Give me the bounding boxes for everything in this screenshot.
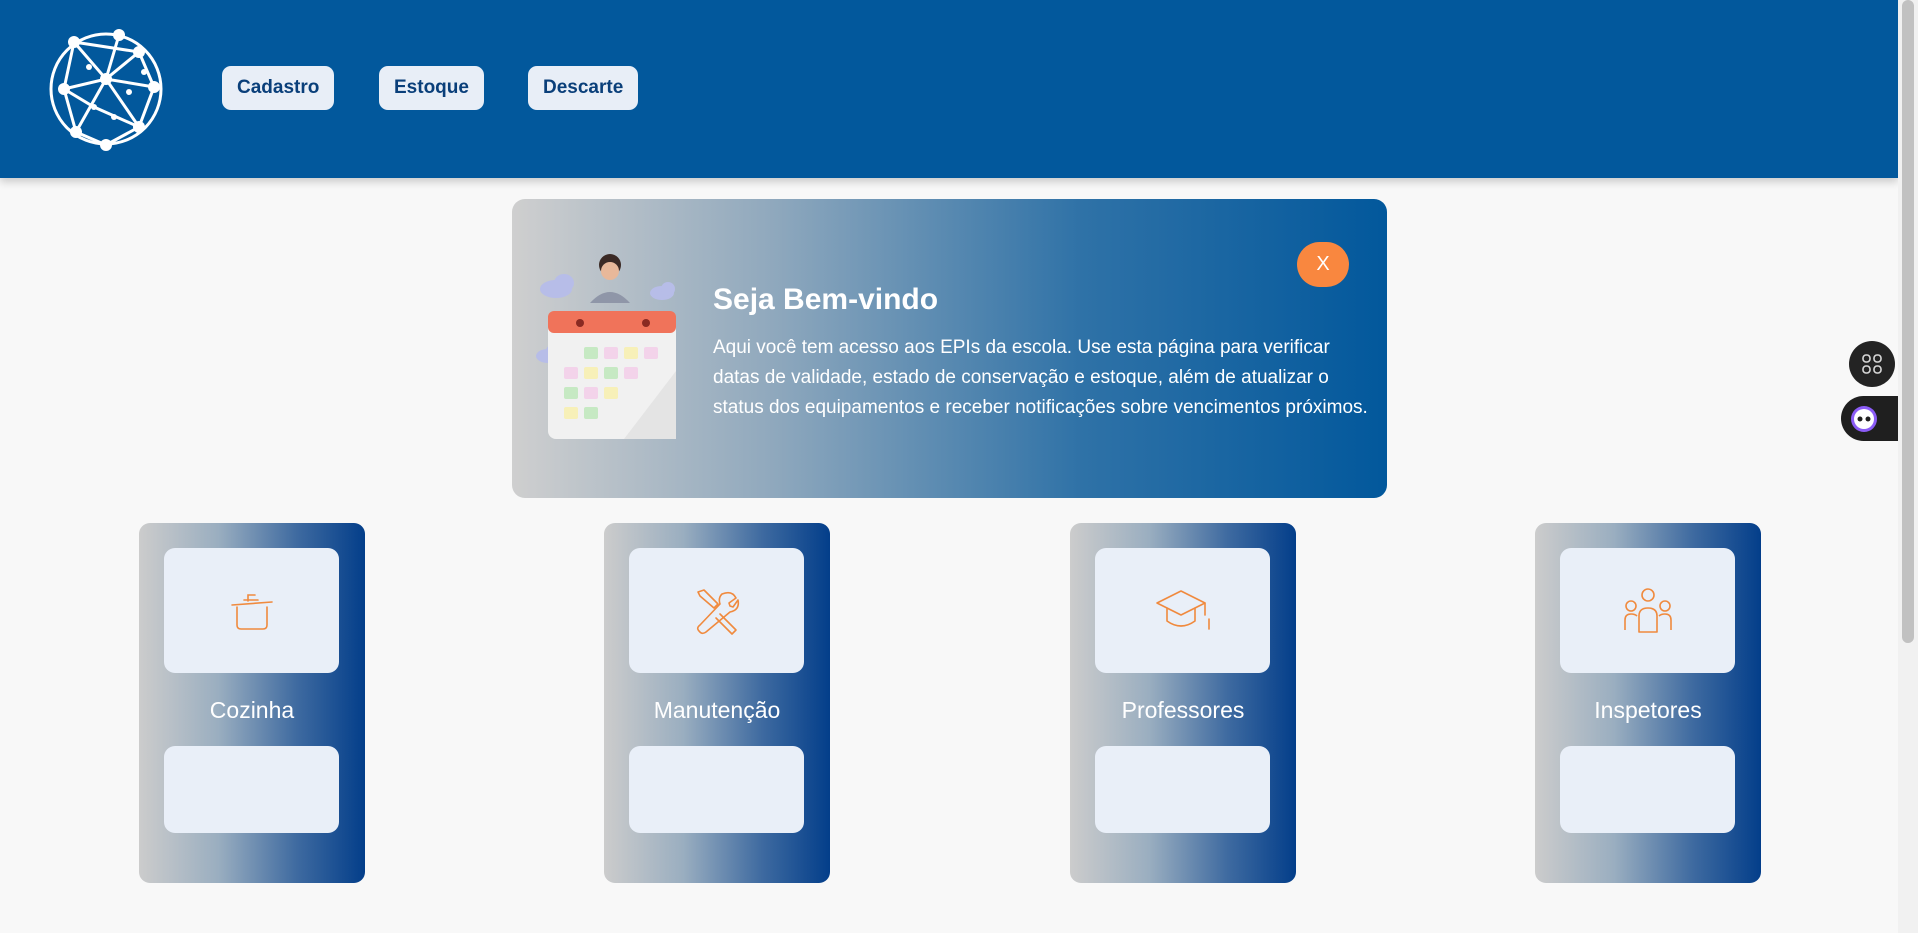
command-grid-icon [1862, 354, 1882, 374]
wrench-screwdriver-icon [696, 588, 739, 635]
network-globe-icon[interactable] [44, 27, 168, 151]
card-manutencao-bottom-box[interactable] [629, 746, 804, 833]
assistant-bot-icon [1851, 405, 1877, 432]
welcome-banner: X Seja Bem-vindo Aqui você tem acesso ao… [512, 199, 1387, 498]
card-inspetores-bottom-box[interactable] [1560, 746, 1735, 833]
graduation-cap-icon [1155, 589, 1210, 630]
welcome-title: Seja Bem-vindo [713, 283, 939, 316]
cooking-pot-icon [230, 593, 273, 630]
nav-descarte-button[interactable]: Descarte [528, 66, 639, 110]
nav-estoque-button[interactable]: Estoque [379, 66, 484, 110]
nav-cadastro-button[interactable]: Cadastro [222, 66, 335, 110]
card-professores-bottom-box[interactable] [1095, 746, 1270, 833]
group-people-icon [1623, 587, 1672, 633]
card-professores-icon-box[interactable] [1095, 548, 1270, 673]
apps-floating-button[interactable] [1849, 341, 1895, 387]
card-professores: Professores [1070, 523, 1296, 883]
card-manutencao: Manutenção [604, 523, 830, 883]
top-header: Cadastro Estoque Descarte [0, 0, 1898, 178]
calendar-person-illustration [536, 254, 676, 439]
card-cozinha-bottom-box[interactable] [164, 746, 339, 833]
card-manutencao-label: Manutenção [653, 697, 781, 723]
vertical-scrollbar[interactable] [1898, 0, 1918, 933]
card-inspetores-icon-box[interactable] [1560, 548, 1735, 673]
card-cozinha-label: Cozinha [209, 697, 295, 723]
card-inspetores: Inspetores [1535, 523, 1761, 883]
card-cozinha-icon-box[interactable] [164, 548, 339, 673]
card-inspetores-label: Inspetores [1594, 697, 1702, 723]
card-manutencao-icon-box[interactable] [629, 548, 804, 673]
assistant-floating-button[interactable] [1841, 396, 1898, 441]
close-button[interactable]: X [1297, 242, 1349, 287]
card-professores-label: Professores [1121, 697, 1245, 723]
welcome-text: Aqui você tem acesso aos EPIs da escola.… [713, 337, 1368, 418]
scrollbar-thumb[interactable] [1902, 0, 1914, 643]
card-cozinha: Cozinha [139, 523, 365, 883]
